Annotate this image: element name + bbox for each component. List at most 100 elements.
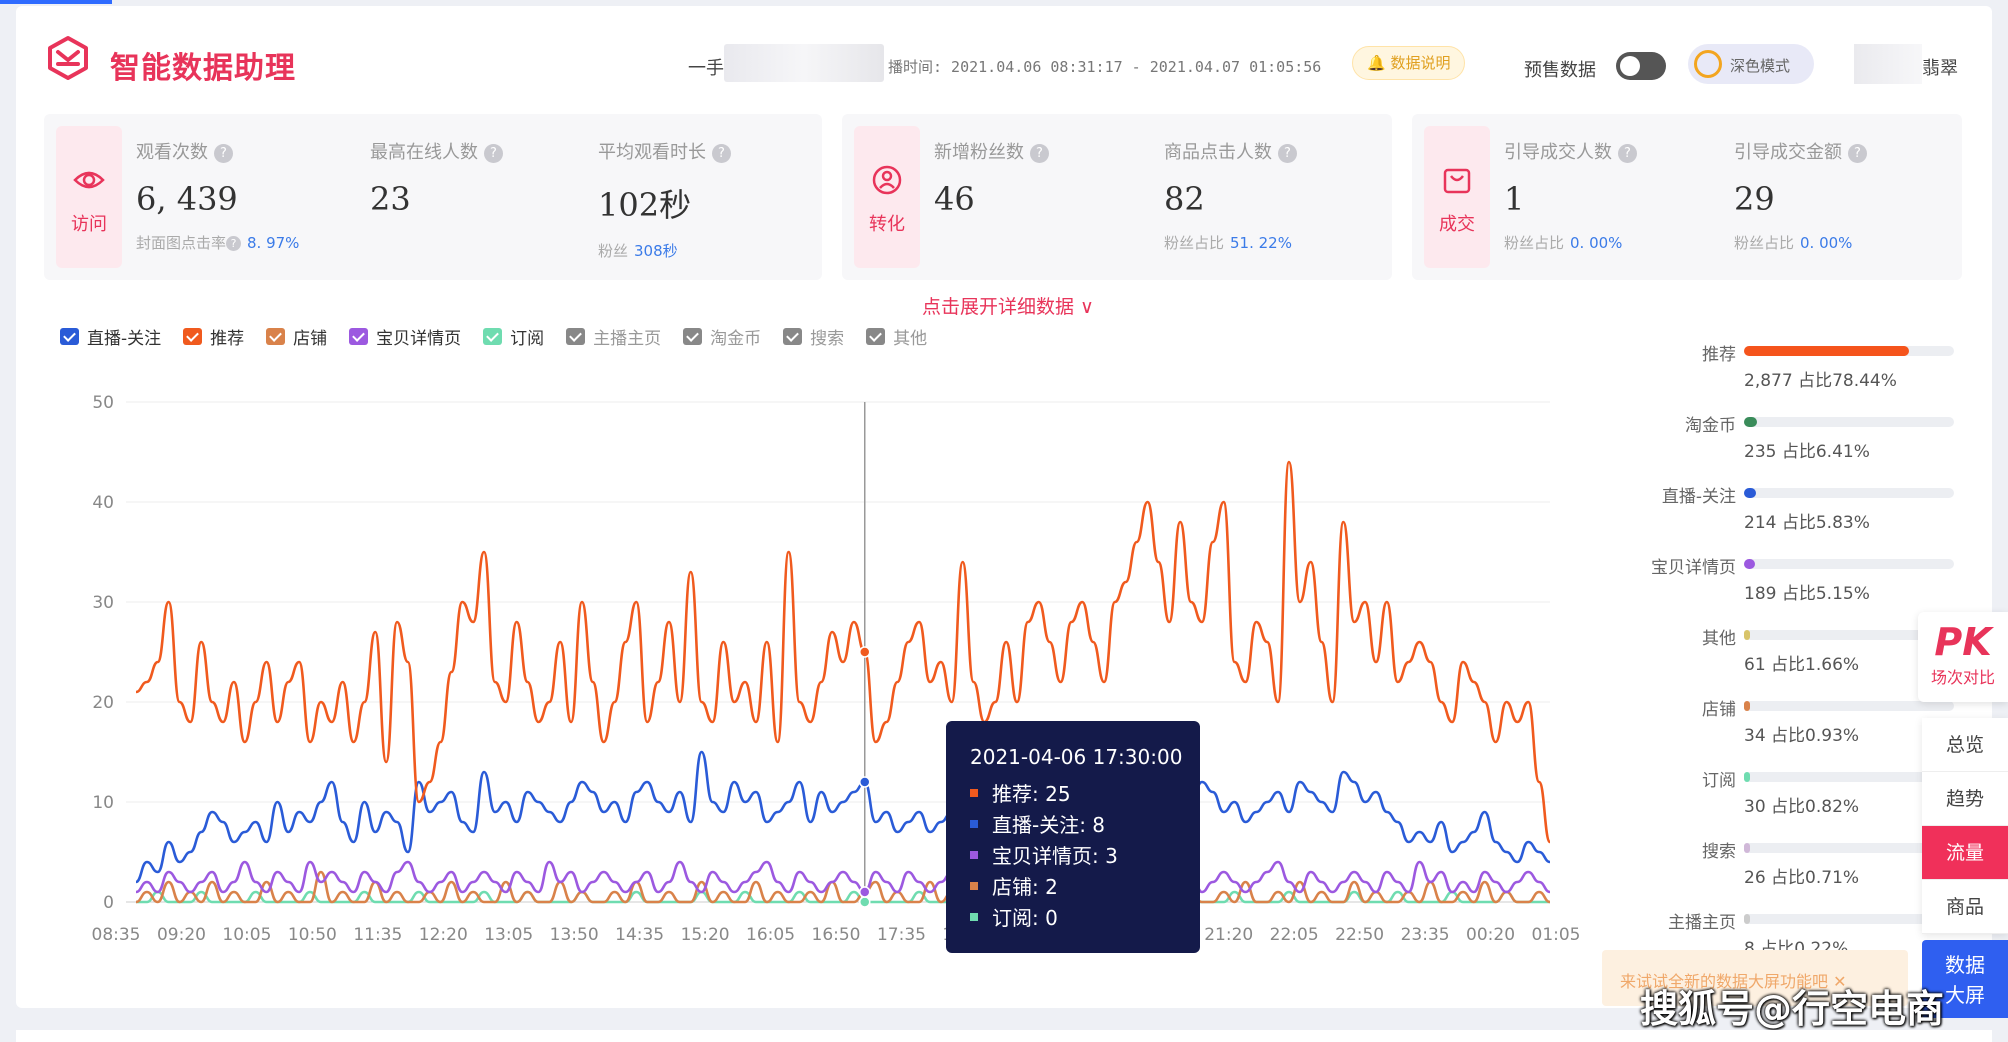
- side-nav-product[interactable]: 商品: [1922, 880, 2008, 934]
- legend-checkbox[interactable]: [866, 328, 886, 345]
- y-tick-label: 50: [92, 393, 114, 413]
- channel-bar: [1744, 417, 1954, 427]
- legend-checkbox[interactable]: [266, 328, 286, 345]
- channel-value: 214 占比5.83%: [1744, 513, 1870, 533]
- y-tick-label: 10: [92, 793, 114, 813]
- eye-icon: [73, 171, 105, 189]
- presale-toggle[interactable]: [1616, 52, 1666, 80]
- shop-name: 一手: [688, 58, 724, 79]
- hover-point-宝贝详情页: [859, 886, 871, 898]
- metric-label: 新增粉丝数: [934, 142, 1024, 163]
- side-nav-traffic[interactable]: 流量: [1922, 826, 2008, 880]
- panel-tag-deal: 成交: [1424, 126, 1490, 268]
- user-name[interactable]: 翡翠: [1922, 54, 1958, 80]
- help-icon[interactable]: ?: [1278, 144, 1297, 163]
- legend-label: 店铺: [293, 329, 328, 349]
- metric-sub-value: 308秒: [634, 242, 678, 260]
- legend-item[interactable]: 宝贝详情页: [349, 324, 461, 349]
- x-tick-label: 22:05: [1270, 925, 1319, 945]
- big-screen-label-1: 数据: [1945, 953, 1985, 977]
- legend-item[interactable]: 主播主页: [566, 324, 661, 349]
- channel-row: 推荐 2,877 占比78.44%: [1628, 336, 1968, 406]
- help-icon[interactable]: ?: [1030, 144, 1049, 163]
- metric-sub-label: 粉丝: [598, 242, 629, 260]
- shop-name-blurred: [724, 44, 884, 82]
- traffic-line-chart[interactable]: 0 10 20 30 40 50 08:35 09:20 10:05 10:50 11:35 12:2…: [80, 386, 1610, 976]
- legend-label: 主播主页: [593, 329, 662, 349]
- help-icon[interactable]: ?: [484, 144, 503, 163]
- metric-product-clicks: 商品点击人数? 82 粉丝占比 51. 22%: [1164, 138, 1297, 253]
- x-tick-label: 00:20: [1466, 925, 1515, 945]
- legend-checkbox[interactable]: [783, 328, 803, 345]
- legend-checkbox[interactable]: [683, 328, 703, 345]
- tooltip-dot: [970, 912, 978, 921]
- help-icon[interactable]: ?: [214, 144, 233, 163]
- hover-point-订阅: [859, 896, 871, 908]
- legend-label: 搜索: [810, 329, 845, 349]
- channel-name: 推荐: [1702, 345, 1736, 365]
- app-title: 智能数据助理: [110, 51, 296, 86]
- legend-item[interactable]: 其他: [866, 324, 927, 349]
- legend-label: 宝贝详情页: [376, 329, 462, 349]
- data-note-button[interactable]: 🔔 数据说明: [1352, 46, 1466, 80]
- legend-checkbox[interactable]: [349, 328, 369, 345]
- channel-row: 店铺 34 占比0.93%: [1628, 691, 1968, 761]
- tooltip-row: 宝贝详情页: 3: [970, 839, 1200, 870]
- channel-row: 其他 61 占比1.66%: [1628, 620, 1968, 690]
- legend-checkbox[interactable]: [483, 328, 503, 345]
- legend-checkbox[interactable]: [60, 328, 79, 345]
- channel-bar-fill: [1744, 772, 1750, 782]
- legend-item[interactable]: 店铺: [266, 324, 327, 349]
- metric-guided-buyers: 引导成交人数? 1 粉丝占比 0. 00%: [1504, 138, 1637, 253]
- help-icon[interactable]: ?: [226, 236, 242, 251]
- legend-item[interactable]: 推荐: [183, 324, 244, 349]
- channel-bar-fill: [1744, 914, 1750, 924]
- user-name-blurred: [1854, 44, 1922, 84]
- chart-tooltip: 2021-04-06 17:30:00 推荐: 25 直播-关注: 8 宝贝详情…: [946, 721, 1200, 953]
- pk-subtitle: 场次对比: [1930, 668, 1995, 687]
- legend-item[interactable]: 订阅: [483, 324, 544, 349]
- dark-mode-button[interactable]: 深色模式: [1688, 44, 1814, 84]
- x-tick-label: 13:50: [550, 925, 599, 945]
- side-nav-trend[interactable]: 趋势: [1922, 772, 2008, 826]
- metric-avg-watch: 平均观看时长? 102秒 粉丝 308秒: [598, 138, 731, 261]
- legend-item[interactable]: 直播-关注: [60, 324, 161, 349]
- pk-compare-button[interactable]: PK 场次对比: [1918, 612, 2008, 702]
- y-tick-label: 30: [92, 593, 114, 613]
- channel-name: 直播-关注: [1661, 487, 1736, 507]
- side-nav-overview[interactable]: 总览: [1922, 718, 2008, 772]
- help-icon[interactable]: ?: [1848, 144, 1867, 163]
- bag-icon: [1443, 168, 1471, 194]
- expand-details-link[interactable]: 点击展开详细数据 ∨: [922, 292, 1094, 319]
- legend-label: 直播-关注: [87, 329, 162, 349]
- legend-item[interactable]: 淘金币: [683, 324, 761, 349]
- x-tick-label: 22:50: [1335, 925, 1384, 945]
- tooltip-row: 推荐: 25: [970, 777, 1200, 808]
- channel-row: 宝贝详情页 189 占比5.15%: [1628, 549, 1968, 619]
- x-tick-label: 15:20: [681, 925, 730, 945]
- legend-item[interactable]: 搜索: [783, 324, 844, 349]
- panel-tag-label: 访问: [71, 214, 107, 235]
- metric-guided-amount: 引导成交金额? 29 粉丝占比 0. 00%: [1734, 138, 1867, 253]
- metric-sub-label: 封面图点击率: [136, 234, 227, 252]
- x-tick-label: 16:05: [746, 925, 795, 945]
- legend-checkbox[interactable]: [566, 328, 586, 345]
- tooltip-dot: [970, 819, 978, 828]
- metric-sub-value: 0. 00%: [1570, 234, 1623, 252]
- channel-value: 2,877 占比78.44%: [1744, 371, 1897, 391]
- main-card: 智能数据助理 一手 播时间: 2021.04.06 08:31:17 - 202…: [16, 6, 1992, 1008]
- channel-bar-fill: [1744, 843, 1750, 853]
- metric-sub-label: 粉丝占比: [1734, 234, 1795, 252]
- help-icon[interactable]: ?: [1618, 144, 1637, 163]
- legend-label: 淘金币: [710, 329, 762, 349]
- legend-checkbox[interactable]: [183, 328, 203, 345]
- help-icon[interactable]: ?: [712, 144, 731, 163]
- dark-mode-label: 深色模式: [1730, 57, 1791, 75]
- metric-peak-online: 最高在线人数? 23: [370, 138, 503, 218]
- presale-label: 预售数据: [1524, 60, 1596, 81]
- panel-tag-convert: 转化: [854, 126, 920, 268]
- x-tick-label: 09:20: [157, 925, 206, 945]
- metric-sub-value: 8. 97%: [247, 234, 300, 252]
- y-tick-label: 20: [92, 693, 114, 713]
- channel-name: 其他: [1702, 629, 1736, 649]
